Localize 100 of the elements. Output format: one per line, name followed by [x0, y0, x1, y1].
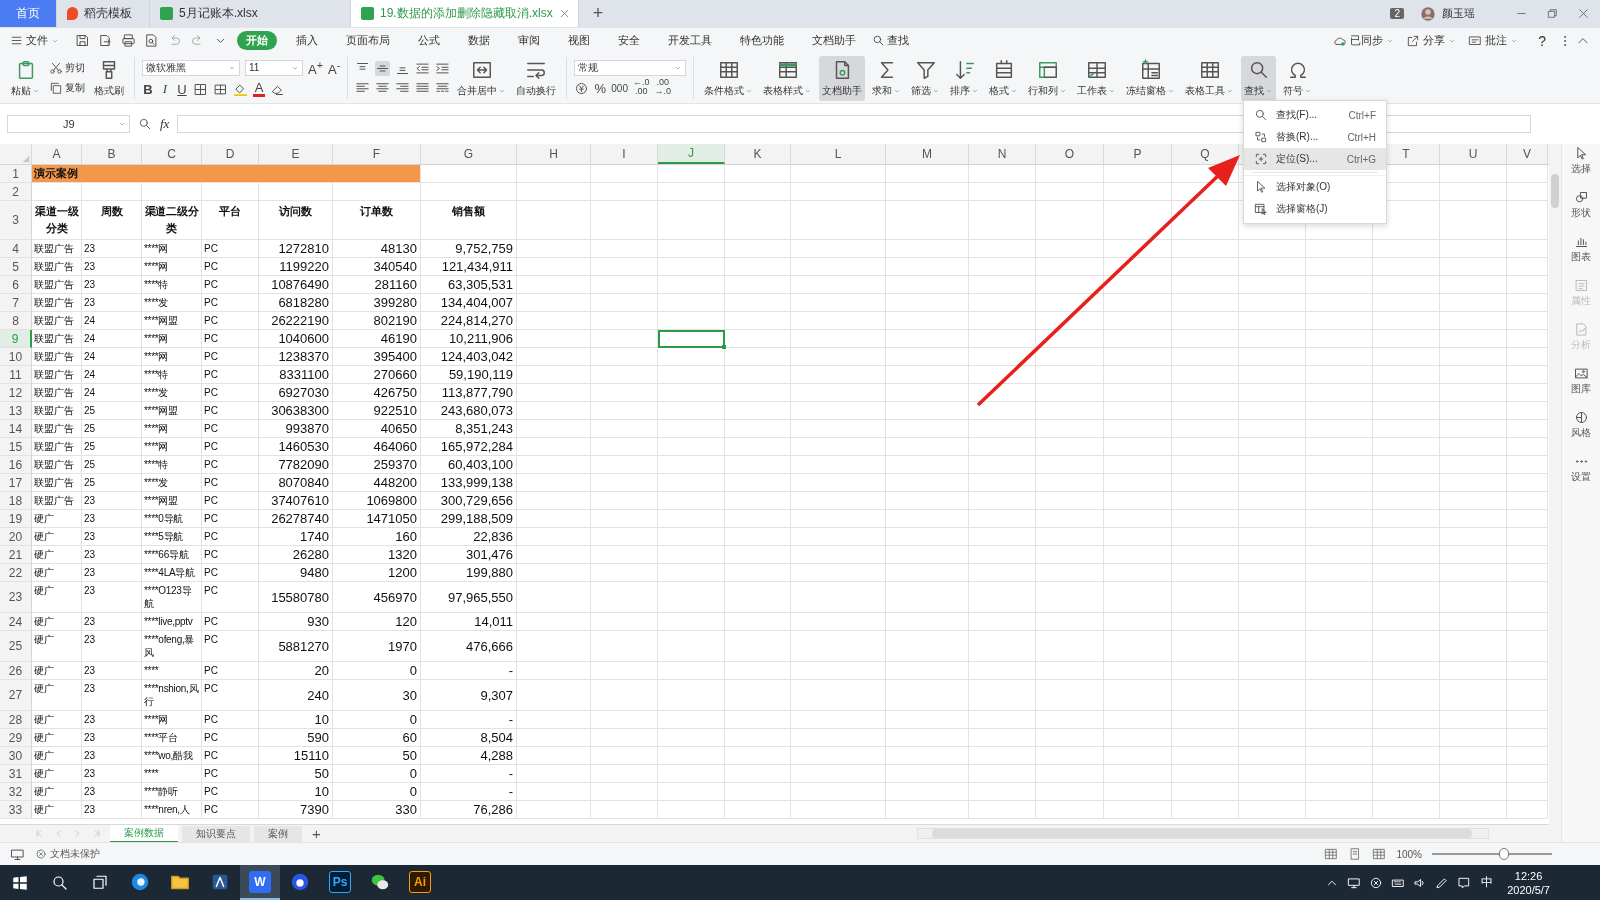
table-cell[interactable]: 46190 — [333, 330, 421, 348]
table-cell[interactable]: 硬广 — [32, 801, 82, 819]
table-cell[interactable]: 联盟广告 — [32, 330, 82, 348]
table-cell[interactable]: 7782090 — [259, 456, 333, 474]
table-cell[interactable]: 10 — [259, 783, 333, 801]
table-cell[interactable]: 0 — [333, 662, 421, 680]
menu-item[interactable]: 定位(S)... Ctrl+G — [1244, 148, 1386, 170]
grid-icon[interactable] — [1372, 847, 1387, 861]
paste-button[interactable]: 粘贴 — [8, 55, 43, 101]
table-cell[interactable]: 590 — [259, 729, 333, 747]
table-cell[interactable]: ****网 — [142, 711, 202, 729]
column-header[interactable]: U — [1440, 144, 1507, 164]
font-dropdown[interactable]: 微软雅黑 — [142, 60, 240, 76]
side-panel-button[interactable]: 设置 — [1571, 454, 1591, 484]
table-cell[interactable]: **** — [142, 765, 202, 783]
table-cell[interactable]: - — [421, 765, 517, 783]
border-icon[interactable] — [193, 81, 208, 97]
decimal-button[interactable]: .00 →.0 — [654, 78, 671, 96]
table-cell[interactable]: 20 — [259, 662, 333, 680]
table-cell[interactable]: 23 — [82, 613, 142, 631]
corner-icon[interactable] — [21, 154, 31, 164]
search-icon[interactable] — [138, 117, 152, 131]
table-cell[interactable]: PC — [202, 276, 259, 294]
table-cell[interactable]: 硬广 — [32, 783, 82, 801]
cellstyle-icon[interactable] — [213, 81, 228, 97]
column-header[interactable]: N — [969, 144, 1036, 164]
table-cell[interactable]: 23 — [82, 631, 142, 662]
table-cell[interactable]: PC — [202, 456, 259, 474]
ribbon-button[interactable]: 自动换行 — [513, 55, 560, 101]
table-cell[interactable]: ****网 — [142, 258, 202, 276]
table-cell[interactable]: 23 — [82, 729, 142, 747]
close-icon[interactable] — [1577, 7, 1590, 20]
table-cell[interactable]: 联盟广告 — [32, 348, 82, 366]
table-cell[interactable]: - — [421, 662, 517, 680]
row-header[interactable]: 26 — [0, 662, 32, 680]
table-cell[interactable]: 922510 — [333, 402, 421, 420]
table-cell[interactable]: 15110 — [259, 747, 333, 765]
table-cell[interactable]: PC — [202, 582, 259, 613]
table-cell[interactable]: PC — [202, 510, 259, 528]
table-cell[interactable]: ****网盟 — [142, 492, 202, 510]
row-header[interactable]: 32 — [0, 783, 32, 801]
search-button[interactable]: 查找 — [872, 33, 909, 48]
table-cell[interactable]: 26278740 — [259, 510, 333, 528]
table-cell[interactable]: 联盟广告 — [32, 240, 82, 258]
ribbon-tab[interactable]: 安全 — [609, 31, 649, 50]
table-cell[interactable]: PC — [202, 384, 259, 402]
table-cell[interactable]: PC — [202, 765, 259, 783]
table-cell[interactable]: PC — [202, 312, 259, 330]
table-cell[interactable]: ****网 — [142, 438, 202, 456]
ribbon-button[interactable]: 表格样式 — [760, 55, 816, 101]
monitor-icon[interactable] — [1347, 875, 1362, 890]
table-cell[interactable]: 联盟广告 — [32, 258, 82, 276]
table-cell[interactable]: 硬广 — [32, 711, 82, 729]
table-cell[interactable]: 1320 — [333, 546, 421, 564]
row-header[interactable]: 29 — [0, 729, 32, 747]
row-header[interactable]: 12 — [0, 384, 32, 402]
table-cell[interactable]: 硬广 — [32, 510, 82, 528]
table-cell[interactable]: PC — [202, 258, 259, 276]
table-cell[interactable]: 0 — [333, 765, 421, 783]
ribbon-tab[interactable]: 审阅 — [509, 31, 549, 50]
table-cell[interactable]: 硬广 — [32, 631, 82, 662]
shield-icon[interactable] — [1369, 875, 1384, 890]
ribbon-tab[interactable]: 数据 — [459, 31, 499, 50]
shrink-font-button[interactable]: A$^{-}$ — [328, 58, 341, 78]
table-cell[interactable]: 联盟广告 — [32, 420, 82, 438]
table-cell[interactable]: 300,729,656 — [421, 492, 517, 510]
table-cell[interactable]: 10 — [259, 711, 333, 729]
taskbar-app[interactable]: W — [240, 865, 280, 900]
table-cell[interactable]: PC — [202, 420, 259, 438]
table-cell[interactable]: 330 — [333, 801, 421, 819]
export-icon[interactable] — [98, 33, 113, 48]
number-format-dropdown[interactable]: 常规 — [574, 60, 687, 76]
toolbar-button[interactable]: 分享 — [1406, 33, 1457, 48]
ribbon-button[interactable]: 查找 — [1241, 55, 1277, 101]
table-cell[interactable]: 160 — [333, 528, 421, 546]
row-header[interactable]: 5 — [0, 258, 32, 276]
table-cell[interactable]: 24 — [82, 330, 142, 348]
active-cell[interactable] — [658, 330, 725, 348]
table-cell[interactable]: 1970 — [333, 631, 421, 662]
help-button[interactable]: ? — [1538, 32, 1546, 49]
table-cell[interactable]: PC — [202, 528, 259, 546]
input-method[interactable]: 中 — [1481, 874, 1494, 891]
table-cell[interactable]: 1471050 — [333, 510, 421, 528]
table-cell[interactable]: 24 — [82, 366, 142, 384]
table-cell[interactable]: 联盟广告 — [32, 456, 82, 474]
column-heading[interactable]: 访问数 — [259, 201, 333, 240]
table-cell[interactable]: 133,999,138 — [421, 474, 517, 492]
table-cell[interactable]: 硬广 — [32, 546, 82, 564]
side-panel-button[interactable]: 风格 — [1571, 410, 1591, 440]
row-header[interactable]: 27 — [0, 680, 32, 711]
column-header[interactable]: V — [1507, 144, 1548, 164]
table-cell[interactable]: ****5导航 — [142, 528, 202, 546]
table-cell[interactable]: 1740 — [259, 528, 333, 546]
table-cell[interactable]: ****ofeng,暴风 — [142, 631, 202, 662]
table-cell[interactable]: 1460530 — [259, 438, 333, 456]
ribbon-button[interactable]: 冻结窗格 — [1123, 55, 1179, 101]
table-cell[interactable]: 134,404,007 — [421, 294, 517, 312]
table-cell[interactable]: PC — [202, 546, 259, 564]
row-header[interactable]: 7 — [0, 294, 32, 312]
row-header[interactable]: 17 — [0, 474, 32, 492]
